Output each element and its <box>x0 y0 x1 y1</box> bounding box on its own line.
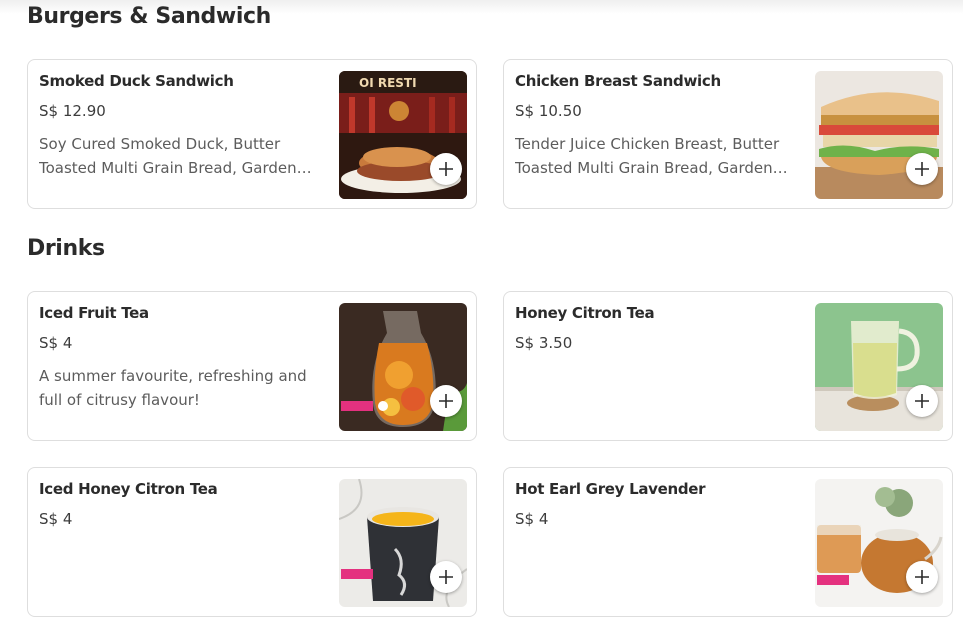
item-price: S$ 3.50 <box>515 334 573 352</box>
menu-item-card[interactable]: Iced Fruit Tea S$ 4 A summer favourite, … <box>27 291 477 441</box>
item-name: Honey Citron Tea <box>515 304 655 322</box>
add-to-cart-button[interactable] <box>430 153 462 185</box>
section-title-drinks: Drinks <box>27 236 105 261</box>
add-to-cart-button[interactable] <box>430 385 462 417</box>
plus-icon <box>915 570 929 584</box>
plus-icon <box>439 162 453 176</box>
svg-text:OI RESTI: OI RESTI <box>359 76 417 90</box>
item-price: S$ 4 <box>39 510 73 528</box>
item-price: S$ 4 <box>39 334 73 352</box>
item-price: S$ 12.90 <box>39 102 106 120</box>
plus-icon <box>915 394 929 408</box>
add-to-cart-button[interactable] <box>906 385 938 417</box>
item-name: Chicken Breast Sandwich <box>515 72 721 90</box>
item-name: Hot Earl Grey Lavender <box>515 480 706 498</box>
add-to-cart-button[interactable] <box>906 561 938 593</box>
menu-item-card[interactable]: Chicken Breast Sandwich S$ 10.50 Tender … <box>503 59 953 209</box>
item-name: Smoked Duck Sandwich <box>39 72 234 90</box>
plus-icon <box>915 162 929 176</box>
menu-item-card[interactable]: Iced Honey Citron Tea S$ 4 <box>27 467 477 617</box>
plus-icon <box>439 394 453 408</box>
item-description: Soy Cured Smoked Duck, Butter Toasted Mu… <box>39 135 297 177</box>
item-name: Iced Fruit Tea <box>39 304 149 322</box>
add-to-cart-button[interactable] <box>430 561 462 593</box>
menu-item-card[interactable]: Smoked Duck Sandwich S$ 12.90 Soy Cured … <box>27 59 477 209</box>
item-description: Tender Juice Chicken Breast, Butter Toas… <box>515 135 780 177</box>
item-price: S$ 10.50 <box>515 102 582 120</box>
menu-item-card[interactable]: Honey Citron Tea S$ 3.50 <box>503 291 953 441</box>
menu-item-card[interactable]: Hot Earl Grey Lavender S$ 4 <box>503 467 953 617</box>
item-description: A summer favourite, refreshing and full … <box>39 367 307 409</box>
plus-icon <box>439 570 453 584</box>
section-title-burgers: Burgers & Sandwich <box>27 4 271 29</box>
add-to-cart-button[interactable] <box>906 153 938 185</box>
item-price: S$ 4 <box>515 510 549 528</box>
item-name: Iced Honey Citron Tea <box>39 480 218 498</box>
